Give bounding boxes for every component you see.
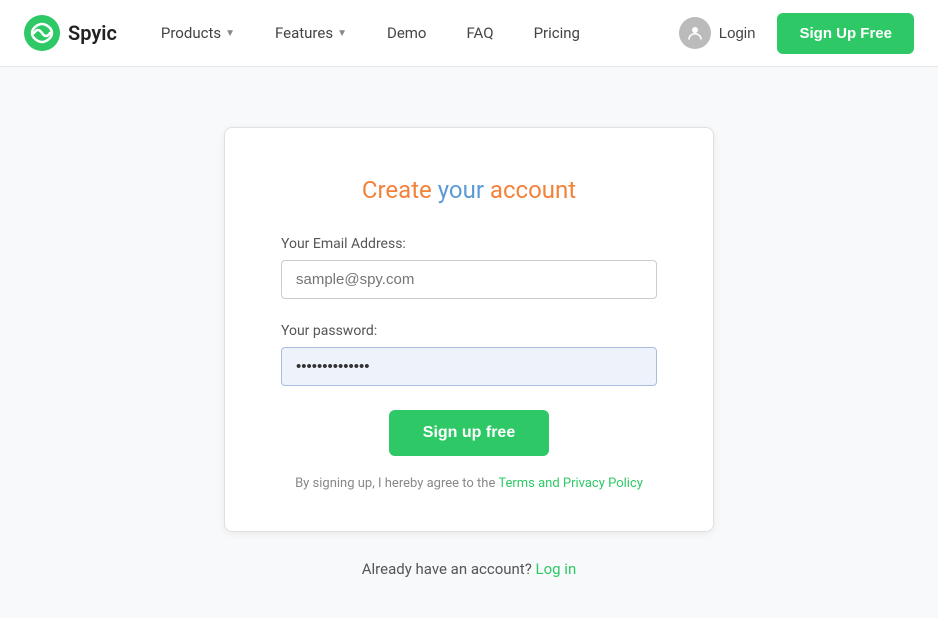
form-title: Create your account	[281, 176, 657, 204]
login-button[interactable]: Login	[667, 11, 768, 55]
terms-link[interactable]: Terms and Privacy Policy	[498, 476, 643, 491]
features-chevron-icon: ▼	[337, 28, 347, 39]
title-create: Create	[362, 176, 438, 204]
nav-signup-button[interactable]: Sign Up Free	[777, 13, 914, 54]
password-label: Your password:	[281, 323, 657, 339]
title-account: account	[484, 176, 576, 204]
nav-right: Login Sign Up Free	[667, 11, 914, 55]
email-group: Your Email Address:	[281, 236, 657, 299]
main-content: Create your account Your Email Address: …	[0, 67, 938, 618]
nav-pricing[interactable]: Pricing	[514, 0, 600, 67]
user-icon	[679, 17, 711, 49]
navbar: Spyic Products ▼ Features ▼ Demo FAQ Pri…	[0, 0, 938, 67]
password-group: Your password:	[281, 323, 657, 386]
password-input[interactable]	[281, 347, 657, 386]
nav-products[interactable]: Products ▼	[141, 0, 255, 67]
email-label: Your Email Address:	[281, 236, 657, 252]
title-your: your	[438, 176, 484, 204]
terms-text: By signing up, I hereby agree to the Ter…	[281, 476, 657, 491]
email-input[interactable]	[281, 260, 657, 299]
signup-form-card: Create your account Your Email Address: …	[224, 127, 714, 532]
brand-logo[interactable]: Spyic	[24, 15, 117, 51]
nav-features[interactable]: Features ▼	[255, 0, 367, 67]
brand-name: Spyic	[68, 21, 117, 45]
nav-faq[interactable]: FAQ	[447, 0, 514, 67]
login-label: Login	[719, 25, 756, 42]
nav-links: Products ▼ Features ▼ Demo FAQ Pricing	[141, 0, 667, 67]
log-in-link[interactable]: Log in	[536, 560, 577, 578]
spyic-logo-icon	[24, 15, 60, 51]
form-signup-button[interactable]: Sign up free	[389, 410, 549, 456]
already-account-text: Already have an account? Log in	[362, 560, 577, 578]
products-chevron-icon: ▼	[225, 28, 235, 39]
nav-demo[interactable]: Demo	[367, 0, 447, 67]
